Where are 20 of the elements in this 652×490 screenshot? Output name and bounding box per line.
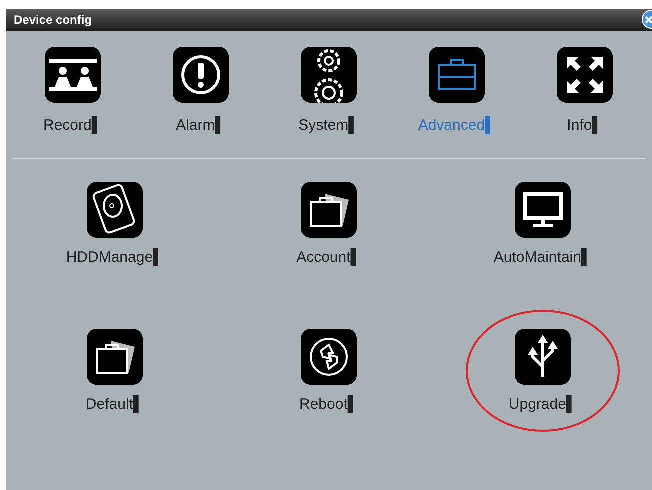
monitor-icon (515, 182, 571, 238)
close-icon (645, 16, 652, 24)
film-icon (45, 47, 101, 103)
alert-icon (173, 47, 229, 103)
menu-item[interactable]: Account▌ (296, 182, 362, 269)
menu-item[interactable]: AutoMaintain▌ (494, 182, 592, 269)
menu-item[interactable]: Reboot▌ (300, 329, 358, 416)
toolbox-icon (429, 47, 485, 103)
menu-tab[interactable]: System▌ (265, 47, 393, 138)
menu-item[interactable]: Default▌ (86, 329, 144, 416)
gears-icon (301, 47, 357, 103)
menu-item[interactable]: HDDManage▌ (66, 182, 164, 269)
window-title: Device config (14, 12, 92, 29)
folders-icon (300, 182, 357, 238)
menu-tab[interactable]: Info▌ (521, 47, 649, 138)
usb-icon (514, 329, 571, 385)
folders-icon (87, 329, 143, 385)
expand-icon (557, 47, 613, 103)
menu-tab[interactable]: Record▌ (9, 47, 137, 138)
menu-tab[interactable]: Alarm▌ (137, 47, 265, 138)
